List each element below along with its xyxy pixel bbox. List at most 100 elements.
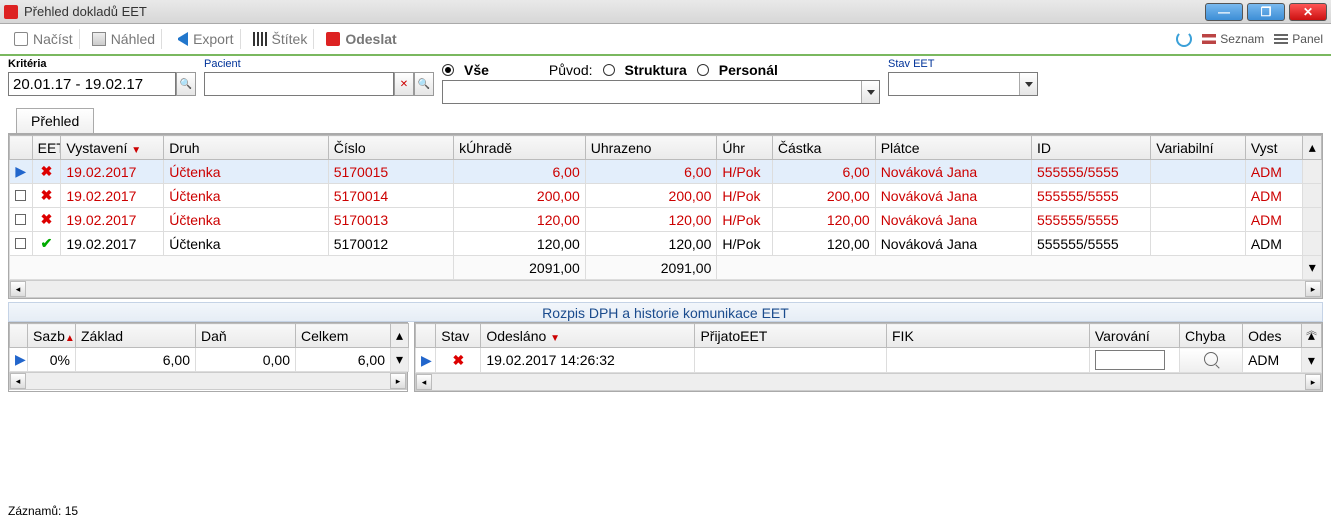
dph-vscroll-down[interactable]: ▾ (391, 348, 409, 372)
hist-vscroll-down[interactable]: ▾ (1301, 348, 1321, 373)
col-select[interactable] (10, 136, 33, 160)
cell-payer: Nováková Jana (875, 232, 1031, 256)
hist-col-sender[interactable]: Odes (1243, 324, 1302, 348)
cell-id: 555555/5555 (1031, 232, 1150, 256)
patient-label: Pacient (204, 58, 434, 70)
panel-label: Panel (1292, 32, 1323, 46)
label-button[interactable]: Štítek (247, 29, 315, 49)
filter-combo[interactable] (442, 80, 880, 104)
radio-all[interactable] (442, 64, 454, 76)
state-combo[interactable] (888, 72, 1038, 96)
hist-warn (1089, 348, 1179, 373)
cell-uhr: H/Pok (717, 160, 773, 184)
cell-paid: 120,00 (585, 208, 717, 232)
send-label: Odeslat (345, 31, 396, 47)
hist-col-fik[interactable]: FIK (887, 324, 1090, 348)
listing-button[interactable]: Seznam (1202, 32, 1264, 46)
preview-icon (92, 32, 106, 46)
col-number[interactable]: Číslo (328, 136, 453, 160)
dph-vscroll-up[interactable]: ▴ (391, 324, 409, 348)
col-amount[interactable]: Částka (772, 136, 875, 160)
cell-amount: 6,00 (772, 160, 875, 184)
cell-kind: Účtenka (164, 160, 329, 184)
col-id[interactable]: ID (1031, 136, 1150, 160)
dph-hscroll[interactable]: ◂▸ (9, 372, 407, 390)
table-row[interactable]: ✖19.02.2017Účtenka5170014200,00200,00H/P… (10, 184, 1322, 208)
radio-structure[interactable] (603, 64, 615, 76)
patient-clear-button[interactable]: ✕ (394, 72, 414, 96)
app-icon (4, 5, 18, 19)
preview-label: Náhled (111, 31, 155, 47)
vscroll-down[interactable]: ▾ (1303, 256, 1322, 280)
load-button[interactable]: Načíst (8, 29, 80, 49)
cell-payer: Nováková Jana (875, 160, 1031, 184)
col-uhr[interactable]: Úhr (717, 136, 773, 160)
hist-err[interactable] (1179, 348, 1242, 373)
dph-col-rate[interactable]: Sazb▲ (28, 324, 76, 348)
vscroll-up[interactable]: ▴ (1303, 136, 1322, 160)
row-checkbox[interactable] (15, 214, 26, 225)
window-title: Přehled dokladů EET (24, 4, 147, 19)
cell-issuer: ADM (1245, 208, 1303, 232)
hist-col-warn[interactable]: Varování (1089, 324, 1179, 348)
cell-paid: 200,00 (585, 184, 717, 208)
row-checkbox[interactable] (15, 190, 26, 201)
send-button[interactable]: Odeslat (320, 29, 402, 49)
col-issuer[interactable]: Vyst (1245, 136, 1303, 160)
cell-payer: Nováková Jana (875, 184, 1031, 208)
preview-button[interactable]: Náhled (86, 29, 162, 49)
col-varsym[interactable]: Variabilní (1151, 136, 1246, 160)
window-maximize-button[interactable]: ❐ (1247, 3, 1285, 21)
table-row[interactable]: ✖19.02.2017Účtenka5170013120,00120,00H/P… (10, 208, 1322, 232)
radio-personal[interactable] (697, 64, 709, 76)
col-payer[interactable]: Plátce (875, 136, 1031, 160)
col-kind[interactable]: Druh (164, 136, 329, 160)
hist-col-received[interactable]: PřijatoEET (695, 324, 887, 348)
patient-lookup-button[interactable]: 🔍 (414, 72, 434, 96)
radio-all-label: Vše (464, 62, 489, 78)
help-icon[interactable] (1176, 31, 1192, 47)
col-eet[interactable]: EET (32, 136, 61, 160)
dph-col-tax[interactable]: Daň (196, 324, 296, 348)
cell-issuer: ADM (1245, 232, 1303, 256)
magnify-icon (1204, 352, 1218, 366)
cell-topay: 6,00 (454, 160, 586, 184)
hist-sender: ADM (1243, 348, 1302, 373)
col-paid[interactable]: Uhrazeno (585, 136, 717, 160)
cell-payer: Nováková Jana (875, 208, 1031, 232)
col-issued[interactable]: Vystavení ▼ (61, 136, 164, 160)
cell-issuer: ADM (1245, 160, 1303, 184)
row-indicator-icon: ▶ (416, 348, 436, 373)
cell-date: 19.02.2017 (61, 184, 164, 208)
hist-hscroll[interactable]: ◂▸ (415, 373, 1322, 391)
dph-row[interactable]: ▶ 0% 6,00 0,00 6,00 ▾ (10, 348, 409, 372)
cell-paid: 6,00 (585, 160, 717, 184)
panel-icon (1274, 34, 1288, 44)
warn-input[interactable] (1095, 350, 1165, 370)
date-lookup-button[interactable]: 🔍 (176, 72, 196, 96)
row-checkbox[interactable] (15, 238, 26, 249)
patient-input[interactable] (204, 72, 394, 96)
hist-col-state[interactable]: Stav (436, 324, 481, 348)
panel-button[interactable]: Panel (1274, 32, 1323, 46)
hist-col-sent[interactable]: Odesláno ▼ (481, 324, 695, 348)
window-close-button[interactable]: ✕ (1289, 3, 1327, 21)
state-x-icon: ✖ (452, 352, 464, 368)
collapse-icon[interactable]: ︽ (1306, 322, 1317, 338)
window-minimize-button[interactable]: — (1205, 3, 1243, 21)
dph-col-base[interactable]: Základ (76, 324, 196, 348)
date-range-input[interactable] (8, 72, 176, 96)
hist-col-err[interactable]: Chyba (1179, 324, 1242, 348)
chevron-down-icon (1019, 73, 1037, 95)
cell-paid: 120,00 (585, 232, 717, 256)
hist-row[interactable]: ▶ ✖ 19.02.2017 14:26:32 ADM ▾ (416, 348, 1322, 373)
row-indicator-icon: ▶ (15, 163, 26, 179)
export-button[interactable]: Export (168, 29, 240, 49)
col-topay[interactable]: kÚhradě (454, 136, 586, 160)
tab-overview[interactable]: Přehled (16, 108, 94, 133)
dph-col-total[interactable]: Celkem (296, 324, 391, 348)
table-row[interactable]: ✔19.02.2017Účtenka5170012120,00120,00H/P… (10, 232, 1322, 256)
hscroll[interactable]: ◂▸ (9, 280, 1322, 298)
table-row[interactable]: ▶✖19.02.2017Účtenka51700156,006,00H/Pok6… (10, 160, 1322, 184)
section-title: Rozpis DPH a historie komunikace EET (8, 302, 1323, 322)
